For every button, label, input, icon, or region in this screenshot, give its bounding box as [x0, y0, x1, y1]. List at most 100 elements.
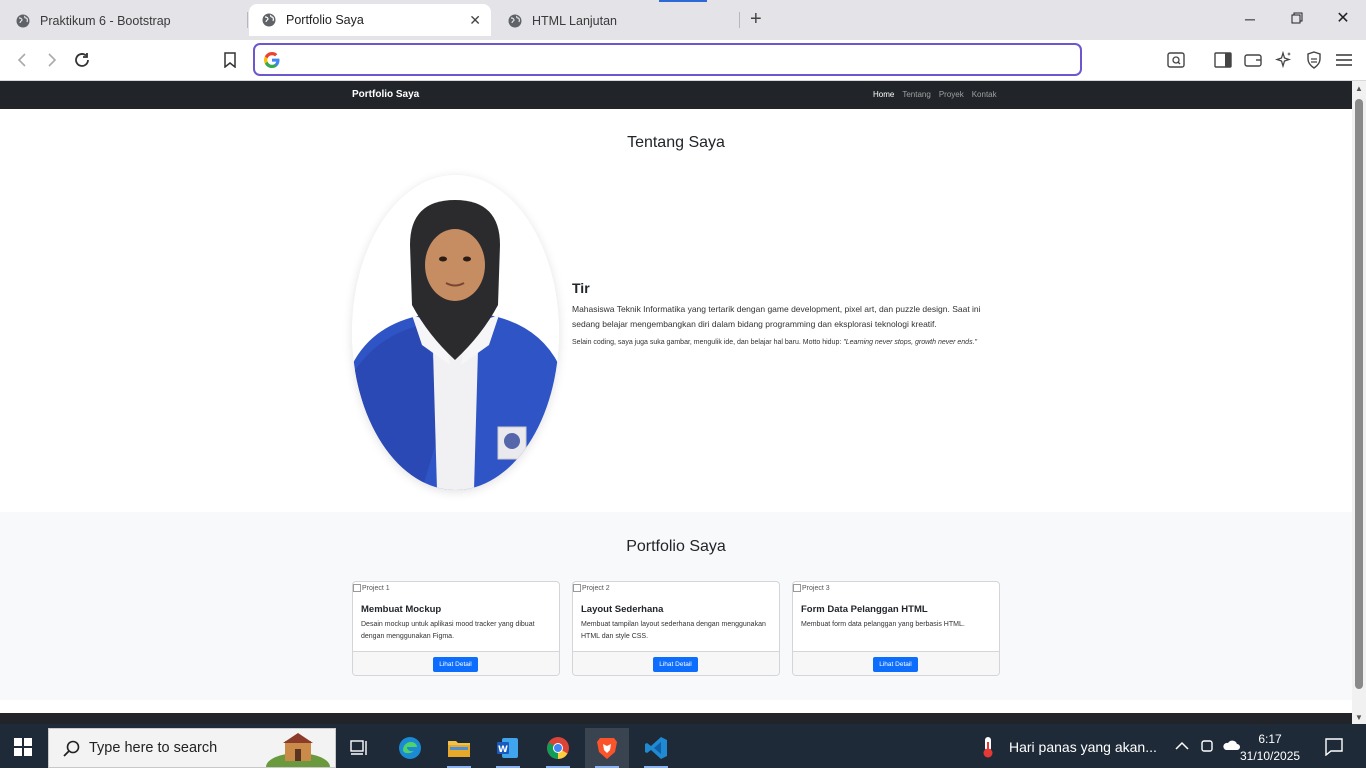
tab-strip: Praktikum 6 - Bootstrap Portfolio Saya ✕…: [0, 0, 1366, 40]
globe-icon: [262, 13, 276, 27]
profile-name: Tir: [572, 280, 590, 296]
broken-image-icon: [793, 584, 801, 592]
profile-photo: [352, 175, 559, 490]
project-card: Project 3 Form Data Pelanggan HTML Membu…: [792, 581, 1000, 676]
portfolio-section: Portfolio Saya Project 1 Membuat Mockup …: [0, 512, 1352, 700]
nav-link-home[interactable]: Home: [873, 90, 894, 99]
card-title: Layout Sederhana: [581, 604, 664, 615]
broken-image: Project 3: [793, 584, 830, 592]
tab-title: Portfolio Saya: [286, 13, 364, 27]
weather-thermometer-icon[interactable]: [980, 736, 996, 761]
edge-icon[interactable]: [388, 728, 432, 768]
broken-image-icon: [573, 584, 581, 592]
portfolio-heading: Portfolio Saya: [626, 538, 726, 555]
broken-image: Project 2: [573, 584, 610, 592]
bio-paragraph: Mahasiswa Teknik Informatika yang tertar…: [572, 304, 981, 329]
tab-separator: [739, 12, 740, 28]
hobby-paragraph: Selain coding, saya juga suka gambar, me…: [572, 337, 997, 349]
windows-start-icon[interactable]: [14, 738, 32, 756]
task-view-icon[interactable]: [338, 728, 382, 768]
wallet-icon[interactable]: [1243, 50, 1263, 70]
vscode-icon[interactable]: [634, 728, 678, 768]
broken-image-icon: [353, 584, 361, 592]
hobby-text: Selain coding, saya juga suka gambar, me…: [572, 339, 844, 346]
media-indicator: [659, 0, 707, 2]
vpn-shield-icon[interactable]: [1304, 50, 1324, 70]
svg-text:W: W: [498, 745, 508, 755]
tab-html-lanjutan[interactable]: HTML Lanjutan: [508, 6, 738, 36]
bio-section: Tir Mahasiswa Teknik Informatika yang te…: [572, 280, 997, 349]
file-explorer-icon[interactable]: [437, 728, 481, 768]
close-tab-icon[interactable]: ✕: [469, 12, 481, 29]
sidebar-icon[interactable]: [1213, 50, 1233, 70]
page-viewport: Portfolio Saya Home Tentang Proyek Konta…: [0, 81, 1352, 724]
project-card: Project 1 Membuat Mockup Desain mockup u…: [352, 581, 560, 676]
google-icon: [264, 52, 280, 68]
new-tab-icon[interactable]: +: [750, 9, 762, 29]
clock-time: 6:17: [1258, 732, 1282, 746]
address-input[interactable]: [289, 49, 1069, 71]
globe-icon: [508, 14, 522, 28]
notification-icon[interactable]: [1325, 738, 1343, 759]
chrome-icon[interactable]: [536, 728, 580, 768]
nav-link-proyek[interactable]: Proyek: [939, 90, 964, 99]
tab-title: Praktikum 6 - Bootstrap: [40, 14, 171, 28]
broken-image: Project 1: [353, 584, 390, 592]
menu-icon[interactable]: [1334, 50, 1354, 70]
card-title: Membuat Mockup: [361, 604, 442, 615]
bookmark-icon[interactable]: [220, 50, 240, 70]
scrollbar-thumb[interactable]: [1355, 99, 1363, 689]
card-title: Form Data Pelanggan HTML: [801, 604, 928, 615]
site-navbar: Portfolio Saya Home Tentang Proyek Konta…: [0, 81, 1352, 109]
card-description: Membuat tampilan layout sederhana dengan…: [581, 621, 766, 640]
detail-button[interactable]: Lihat Detail: [873, 657, 918, 672]
image-alt: Project 2: [582, 584, 610, 592]
reload-icon[interactable]: [72, 50, 92, 70]
back-icon[interactable]: [12, 50, 32, 70]
about-heading: Tentang Saya: [627, 134, 725, 151]
chevron-up-icon[interactable]: [1175, 738, 1189, 754]
card-description: Desain mockup untuk aplikasi mood tracke…: [361, 621, 535, 640]
motto-text: "Learning never stops, growth never ends…: [843, 339, 978, 346]
taskbar: Type here to search W Hari panas yang ak…: [0, 724, 1366, 772]
address-bar[interactable]: [253, 43, 1082, 76]
system-clock[interactable]: 6:17 31/10/2025: [1240, 731, 1300, 765]
tab-title: HTML Lanjutan: [532, 14, 617, 28]
card-footer: Lihat Detail: [573, 651, 779, 675]
weather-text[interactable]: Hari panas yang akan...: [1009, 739, 1157, 755]
search-icon: [63, 740, 81, 763]
image-alt: Project 3: [802, 584, 830, 592]
image-alt: Project 1: [362, 584, 390, 592]
nav-link-kontak[interactable]: Kontak: [972, 90, 997, 99]
nav-links: Home Tentang Proyek Kontak: [873, 90, 997, 99]
scroll-down-icon[interactable]: ▼: [1355, 713, 1363, 722]
nav-link-tentang[interactable]: Tentang: [902, 90, 930, 99]
site-footer: [0, 713, 1352, 724]
tab-praktikum[interactable]: Praktikum 6 - Bootstrap: [16, 6, 241, 36]
tab-separator: [247, 12, 248, 28]
leo-ai-icon[interactable]: [1274, 50, 1294, 70]
navbar-brand[interactable]: Portfolio Saya: [352, 89, 419, 100]
page-scrollbar[interactable]: ▲ ▼: [1352, 81, 1366, 724]
globe-icon: [16, 14, 30, 28]
card-description: Membuat form data pelanggan yang berbasi…: [801, 621, 965, 628]
close-window-icon[interactable]: ✕: [1335, 11, 1351, 27]
brave-icon[interactable]: [585, 728, 629, 768]
onedrive-cloud-icon[interactable]: [1222, 738, 1240, 754]
card-footer: Lihat Detail: [353, 651, 559, 675]
word-icon[interactable]: W: [486, 728, 530, 768]
scroll-up-icon[interactable]: ▲: [1355, 84, 1363, 93]
forward-icon[interactable]: [42, 50, 62, 70]
reader-mode-icon[interactable]: [1166, 50, 1186, 70]
minimize-icon[interactable]: ─: [1242, 11, 1258, 27]
detail-button[interactable]: Lihat Detail: [433, 657, 478, 672]
search-highlight-icon: [263, 731, 333, 772]
taskbar-search[interactable]: Type here to search: [48, 728, 336, 772]
project-card: Project 2 Layout Sederhana Membuat tampi…: [572, 581, 780, 676]
tab-portfolio[interactable]: Portfolio Saya ✕: [249, 4, 491, 36]
clock-date: 31/10/2025: [1240, 749, 1301, 763]
restore-icon[interactable]: [1289, 11, 1305, 27]
detail-button[interactable]: Lihat Detail: [653, 657, 698, 672]
meet-now-icon[interactable]: [1200, 738, 1214, 757]
card-footer: Lihat Detail: [793, 651, 999, 675]
